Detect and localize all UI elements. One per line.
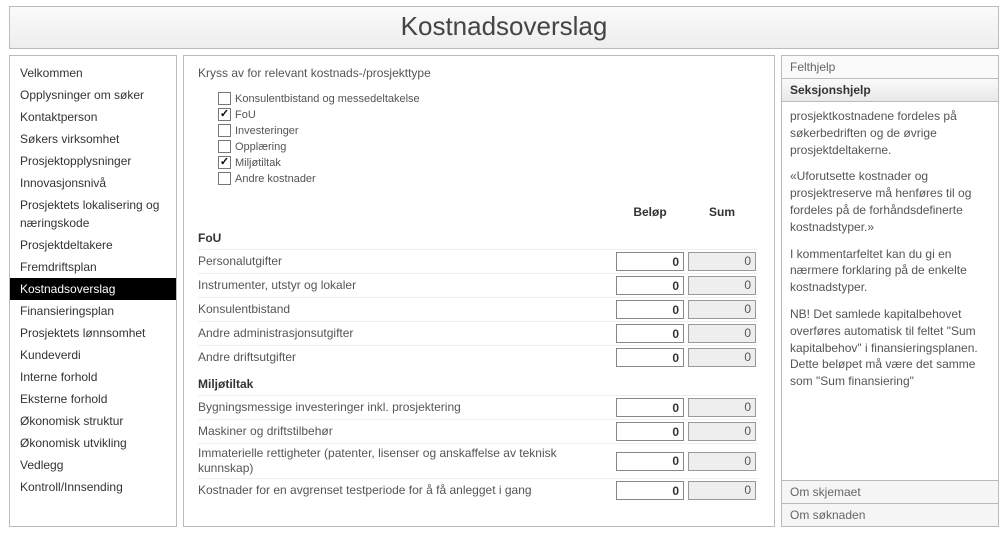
sidebar-item[interactable]: Prosjektdeltakere xyxy=(10,234,176,256)
sidebar-item[interactable]: Kontaktperson xyxy=(10,106,176,128)
sum-cell: 0 xyxy=(688,276,756,295)
cost-row: Instrumenter, utstyr og lokaler 0 xyxy=(198,273,758,297)
cost-type-label: Opplæring xyxy=(235,141,286,153)
cost-type-checkbox[interactable] xyxy=(218,156,231,169)
amount-input[interactable] xyxy=(616,324,684,343)
field-help-header[interactable]: Felthjelp xyxy=(782,56,998,79)
cost-row: Bygningsmessige investeringer inkl. pros… xyxy=(198,395,758,419)
sidebar-item[interactable]: Kostnadsoverslag xyxy=(10,278,176,300)
cost-type-label: Investeringer xyxy=(235,125,299,137)
sidebar-item[interactable]: Søkers virksomhet xyxy=(10,128,176,150)
sidebar-item[interactable]: Økonomisk utvikling xyxy=(10,432,176,454)
cost-row-label: Maskiner og driftstilbehør xyxy=(198,424,614,439)
help-panel: Felthjelp Seksjonshjelp prosjektkostnade… xyxy=(781,55,999,527)
cost-type-label: FoU xyxy=(235,109,256,121)
sidebar-item[interactable]: Kontroll/Innsending xyxy=(10,476,176,498)
cost-type-checkbox[interactable] xyxy=(218,172,231,185)
cost-row: Kostnader for en avgrenset testperiode f… xyxy=(198,478,758,502)
help-paragraph: I kommentarfeltet kan du gi en nærmere f… xyxy=(790,246,990,296)
cost-group-title: Miljøtiltak xyxy=(198,377,758,391)
sidebar-item[interactable]: Prosjektopplysninger xyxy=(10,150,176,172)
sidebar-item[interactable]: Vedlegg xyxy=(10,454,176,476)
cost-row-label: Andre driftsutgifter xyxy=(198,350,614,365)
help-paragraph: NB! Det samlede kapitalbehovet overføres… xyxy=(790,306,990,390)
cost-row-label: Konsulentbistand xyxy=(198,302,614,317)
instruction-text: Kryss av for relevant kostnads-/prosjekt… xyxy=(198,66,758,80)
amount-input[interactable] xyxy=(616,300,684,319)
amount-input[interactable] xyxy=(616,252,684,271)
cost-type-checkbox[interactable] xyxy=(218,108,231,121)
sidebar-item[interactable]: Økonomisk struktur xyxy=(10,410,176,432)
column-header-sum: Sum xyxy=(686,205,758,219)
cost-group-title: FoU xyxy=(198,231,758,245)
help-body-scroll[interactable]: prosjektkostnadene fordeles på søkerbedr… xyxy=(782,102,998,480)
cost-row: Maskiner og driftstilbehør 0 xyxy=(198,419,758,443)
help-paragraph: prosjektkostnadene fordeles på søkerbedr… xyxy=(790,108,990,158)
cost-type-label: Miljøtiltak xyxy=(235,157,281,169)
cost-row-label: Bygningsmessige investeringer inkl. pros… xyxy=(198,400,614,415)
amount-input[interactable] xyxy=(616,398,684,417)
sidebar-item[interactable]: Kundeverdi xyxy=(10,344,176,366)
about-form-link[interactable]: Om skjemaet xyxy=(782,480,998,503)
help-paragraph: «Uforutsette kostnader og prosjektreserv… xyxy=(790,168,990,235)
section-help-header[interactable]: Seksjonshjelp xyxy=(782,79,998,102)
sidebar-item[interactable]: Velkommen xyxy=(10,62,176,84)
cost-row-label: Instrumenter, utstyr og lokaler xyxy=(198,278,614,293)
sidebar-item[interactable]: Fremdriftsplan xyxy=(10,256,176,278)
cost-row: Andre administrasjonsutgifter 0 xyxy=(198,321,758,345)
sum-cell: 0 xyxy=(688,348,756,367)
sidebar-item[interactable]: Interne forhold xyxy=(10,366,176,388)
cost-row-label: Kostnader for en avgrenset testperiode f… xyxy=(198,483,614,498)
cost-type-row: Opplæring xyxy=(218,140,758,153)
sum-cell: 0 xyxy=(688,398,756,417)
cost-type-checkbox[interactable] xyxy=(218,140,231,153)
cost-type-checkbox[interactable] xyxy=(218,124,231,137)
main-panel: Kryss av for relevant kostnads-/prosjekt… xyxy=(183,55,775,527)
sum-cell: 0 xyxy=(688,452,756,471)
amount-input[interactable] xyxy=(616,452,684,471)
sum-cell: 0 xyxy=(688,422,756,441)
cost-type-row: FoU xyxy=(218,108,758,121)
cost-row-label: Personalutgifter xyxy=(198,254,614,269)
cost-type-checkbox[interactable] xyxy=(218,92,231,105)
cost-type-row: Andre kostnader xyxy=(218,172,758,185)
cost-type-label: Andre kostnader xyxy=(235,173,316,185)
cost-row: Immaterielle rettigheter (patenter, lise… xyxy=(198,443,758,478)
sidebar-item[interactable]: Opplysninger om søker xyxy=(10,84,176,106)
amount-input[interactable] xyxy=(616,422,684,441)
sidebar-item[interactable]: Eksterne forhold xyxy=(10,388,176,410)
sum-cell: 0 xyxy=(688,252,756,271)
cost-row-label: Immaterielle rettigheter (patenter, lise… xyxy=(198,446,614,476)
sum-cell: 0 xyxy=(688,481,756,500)
page-title: Kostnadsoverslag xyxy=(9,6,999,49)
main-scroll-area[interactable]: Kryss av for relevant kostnads-/prosjekt… xyxy=(198,66,766,516)
cost-row: Konsulentbistand 0 xyxy=(198,297,758,321)
cost-type-label: Konsulentbistand og messedeltakelse xyxy=(235,93,420,105)
cost-type-checklist: Konsulentbistand og messedeltakelse FoU In… xyxy=(218,92,758,185)
amount-input[interactable] xyxy=(616,481,684,500)
cost-row-label: Andre administrasjonsutgifter xyxy=(198,326,614,341)
sidebar-item[interactable]: Prosjektets lønnsomhet xyxy=(10,322,176,344)
sidebar-item[interactable]: Finansieringsplan xyxy=(10,300,176,322)
sum-cell: 0 xyxy=(688,324,756,343)
amount-input[interactable] xyxy=(616,276,684,295)
cost-row: Andre driftsutgifter 0 xyxy=(198,345,758,369)
cost-type-row: Miljøtiltak xyxy=(218,156,758,169)
sidebar-item[interactable]: Innovasjonsnivå xyxy=(10,172,176,194)
sum-cell: 0 xyxy=(688,300,756,319)
cost-type-row: Investeringer xyxy=(218,124,758,137)
cost-type-row: Konsulentbistand og messedeltakelse xyxy=(218,92,758,105)
about-application-link[interactable]: Om søknaden xyxy=(782,503,998,526)
sidebar-item[interactable]: Prosjektets lokalisering og næringskode xyxy=(10,194,176,234)
column-header-amount: Beløp xyxy=(614,205,686,219)
sidebar-nav: VelkommenOpplysninger om søkerKontaktper… xyxy=(9,55,177,527)
amount-input[interactable] xyxy=(616,348,684,367)
cost-row: Personalutgifter 0 xyxy=(198,249,758,273)
